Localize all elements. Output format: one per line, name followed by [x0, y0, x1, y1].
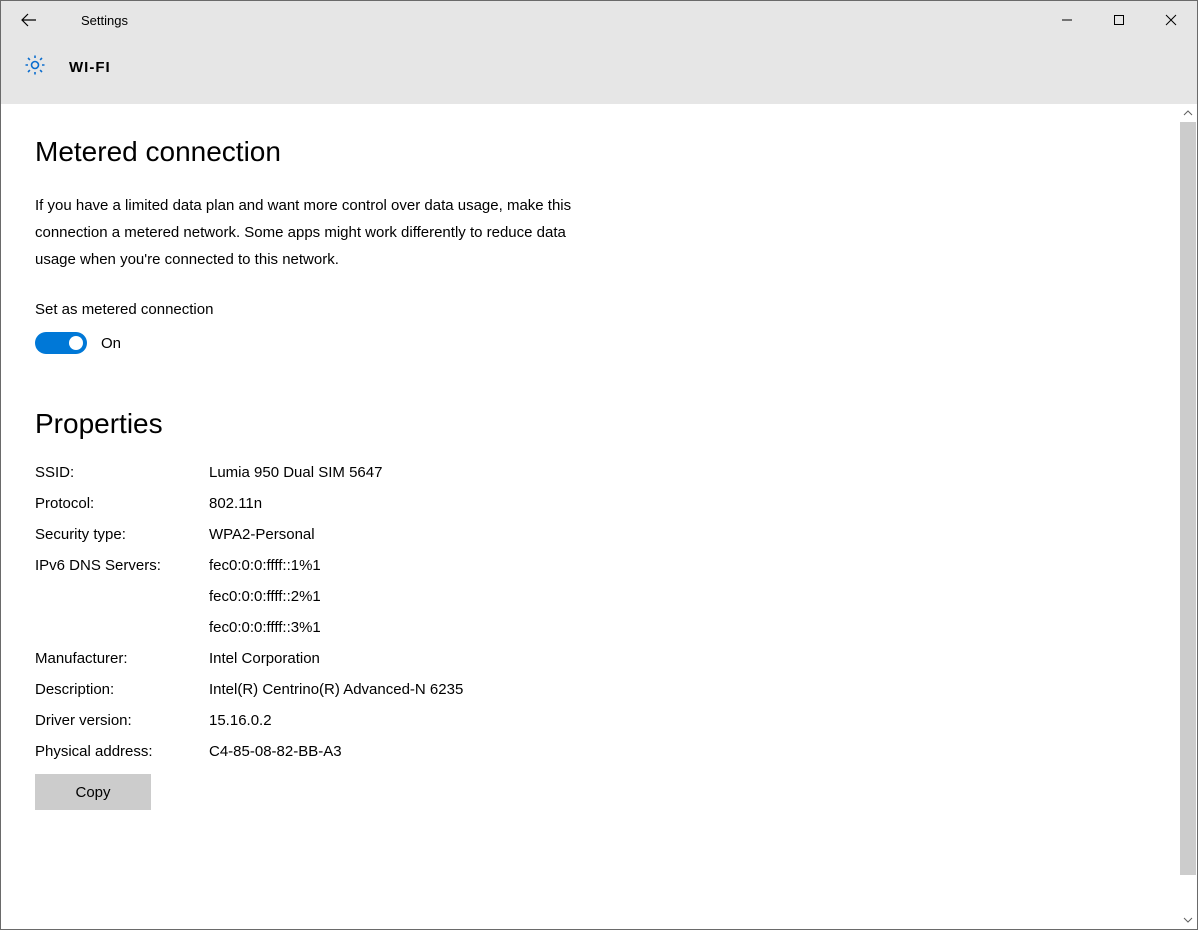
protocol-label: Protocol:: [35, 495, 209, 512]
dns1-row: IPv6 DNS Servers: fec0:0:0:ffff::1%1: [35, 557, 1145, 574]
minimize-icon: [1061, 14, 1073, 26]
metered-heading: Metered connection: [35, 136, 1145, 168]
arrow-left-icon: [20, 11, 38, 29]
manufacturer-row: Manufacturer: Intel Corporation: [35, 650, 1145, 667]
minimize-button[interactable]: [1041, 1, 1093, 39]
metered-description: If you have a limited data plan and want…: [35, 192, 595, 273]
toggle-knob-icon: [69, 336, 83, 350]
description-row: Description: Intel(R) Centrino(R) Advanc…: [35, 681, 1145, 698]
ssid-value: Lumia 950 Dual SIM 5647: [209, 464, 382, 481]
window-title: Settings: [53, 13, 128, 28]
maximize-icon: [1113, 14, 1125, 26]
dns3-value: fec0:0:0:ffff::3%1: [209, 619, 321, 636]
description-label: Description:: [35, 681, 209, 698]
protocol-value: 802.11n: [209, 495, 262, 512]
security-value: WPA2-Personal: [209, 526, 315, 543]
protocol-row: Protocol: 802.11n: [35, 495, 1145, 512]
properties-heading: Properties: [35, 408, 1145, 440]
driver-row: Driver version: 15.16.0.2: [35, 712, 1145, 729]
description-value: Intel(R) Centrino(R) Advanced-N 6235: [209, 681, 463, 698]
driver-label: Driver version:: [35, 712, 209, 729]
vertical-scrollbar[interactable]: [1179, 104, 1197, 929]
dns3-row: fec0:0:0:ffff::3%1: [35, 619, 1145, 636]
ssid-label: SSID:: [35, 464, 209, 481]
mac-label: Physical address:: [35, 743, 209, 760]
settings-window: Settings WI-FI Metere: [0, 0, 1198, 930]
scroll-down-icon[interactable]: [1179, 911, 1197, 929]
manufacturer-label: Manufacturer:: [35, 650, 209, 667]
window-controls: [1041, 1, 1197, 39]
manufacturer-value: Intel Corporation: [209, 650, 320, 667]
dns-label: IPv6 DNS Servers:: [35, 557, 209, 574]
driver-value: 15.16.0.2: [209, 712, 272, 729]
metered-toggle[interactable]: [35, 332, 87, 354]
copy-button[interactable]: Copy: [35, 774, 151, 810]
copy-button-label: Copy: [75, 784, 110, 801]
security-label: Security type:: [35, 526, 209, 543]
gear-icon: [23, 53, 47, 82]
metered-toggle-state: On: [101, 335, 121, 352]
metered-switch-label: Set as metered connection: [35, 301, 1145, 318]
maximize-button[interactable]: [1093, 1, 1145, 39]
dns2-row: fec0:0:0:ffff::2%1: [35, 588, 1145, 605]
page-header: WI-FI: [1, 39, 1197, 104]
scrollbar-thumb[interactable]: [1180, 122, 1196, 875]
scroll-up-icon[interactable]: [1179, 104, 1197, 122]
content: Metered connection If you have a limited…: [1, 104, 1179, 929]
properties-table: SSID: Lumia 950 Dual SIM 5647 Protocol: …: [35, 464, 1145, 760]
page-title: WI-FI: [47, 59, 111, 76]
dns2-value: fec0:0:0:ffff::2%1: [209, 588, 321, 605]
close-button[interactable]: [1145, 1, 1197, 39]
mac-value: C4-85-08-82-BB-A3: [209, 743, 342, 760]
titlebar: Settings: [1, 1, 1197, 39]
dns1-value: fec0:0:0:ffff::1%1: [209, 557, 321, 574]
security-row: Security type: WPA2-Personal: [35, 526, 1145, 543]
back-button[interactable]: [1, 1, 53, 39]
mac-row: Physical address: C4-85-08-82-BB-A3: [35, 743, 1145, 760]
ssid-row: SSID: Lumia 950 Dual SIM 5647: [35, 464, 1145, 481]
content-area: Metered connection If you have a limited…: [1, 104, 1197, 929]
close-icon: [1165, 14, 1177, 26]
